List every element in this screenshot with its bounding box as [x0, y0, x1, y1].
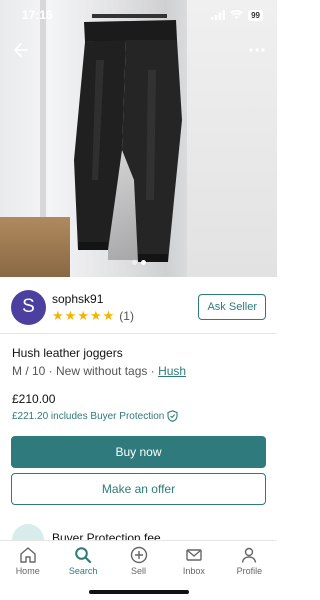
battery-icon: 99 [248, 9, 263, 21]
status-bar: 17:16 99 [0, 0, 277, 30]
buyer-protection-price[interactable]: £221.20 includes Buyer Protection [12, 410, 267, 422]
arrow-left-icon [14, 43, 28, 57]
home-icon [20, 547, 36, 563]
seller-rating[interactable]: ★ ★ ★ ★ ★ (1) [52, 309, 198, 323]
star-icon: ★ [52, 308, 64, 323]
person-icon [242, 547, 257, 563]
joggers-image [74, 14, 182, 262]
signal-icon [211, 10, 225, 20]
home-indicator [89, 590, 189, 594]
buyer-protection-text: £221.20 includes Buyer Protection [12, 410, 165, 422]
make-offer-button[interactable]: Make an offer [11, 473, 266, 505]
tab-label: Sell [131, 566, 147, 576]
rating-count: (1) [119, 308, 134, 323]
star-icon: ★ [89, 308, 102, 323]
item-meta-text: M / 10 · New without tags · [12, 364, 159, 378]
tab-label: Profile [236, 566, 263, 576]
more-icon [249, 48, 265, 52]
item-meta: M / 10 · New without tags · Hush [12, 364, 267, 378]
search-icon [75, 547, 92, 564]
gallery-dot-active[interactable] [140, 260, 146, 265]
item-title: Hush leather joggers [12, 346, 123, 360]
seller-username[interactable]: sophsk91 [52, 292, 198, 306]
tab-label: Home [15, 566, 40, 576]
wifi-icon [230, 10, 243, 19]
star-icon: ★ [102, 308, 115, 323]
product-photo[interactable] [0, 0, 277, 277]
brand-link[interactable]: Hush [158, 364, 186, 378]
star-icon: ★ [77, 308, 89, 323]
more-options-button[interactable] [245, 38, 269, 62]
back-button[interactable] [8, 38, 32, 62]
tab-label: Inbox [182, 566, 205, 576]
seller-info: sophsk91 ★ ★ ★ ★ ★ (1) [52, 292, 198, 323]
ask-seller-button[interactable]: Ask Seller [198, 294, 266, 320]
status-time: 17:16 [22, 8, 53, 22]
divider [0, 333, 277, 334]
status-icons: 99 [211, 9, 263, 21]
item-price: £210.00 [12, 392, 56, 406]
star-icon: ★ [64, 308, 77, 323]
avatar[interactable]: S [11, 289, 46, 325]
mail-icon [186, 549, 202, 561]
tab-home[interactable]: Home [0, 541, 55, 600]
tab-label: Search [68, 566, 98, 576]
item-details: Hush leather joggers M / 10 · New withou… [12, 346, 267, 422]
plus-circle-icon [130, 546, 147, 564]
gallery-pagination [131, 260, 146, 265]
gallery-dot[interactable] [131, 260, 137, 265]
buy-now-button[interactable]: Buy now [11, 436, 266, 468]
shield-check-icon [167, 410, 178, 422]
seller-row: S sophsk91 ★ ★ ★ ★ ★ (1) Ask Seller [0, 285, 277, 329]
tab-profile[interactable]: Profile [222, 541, 277, 600]
